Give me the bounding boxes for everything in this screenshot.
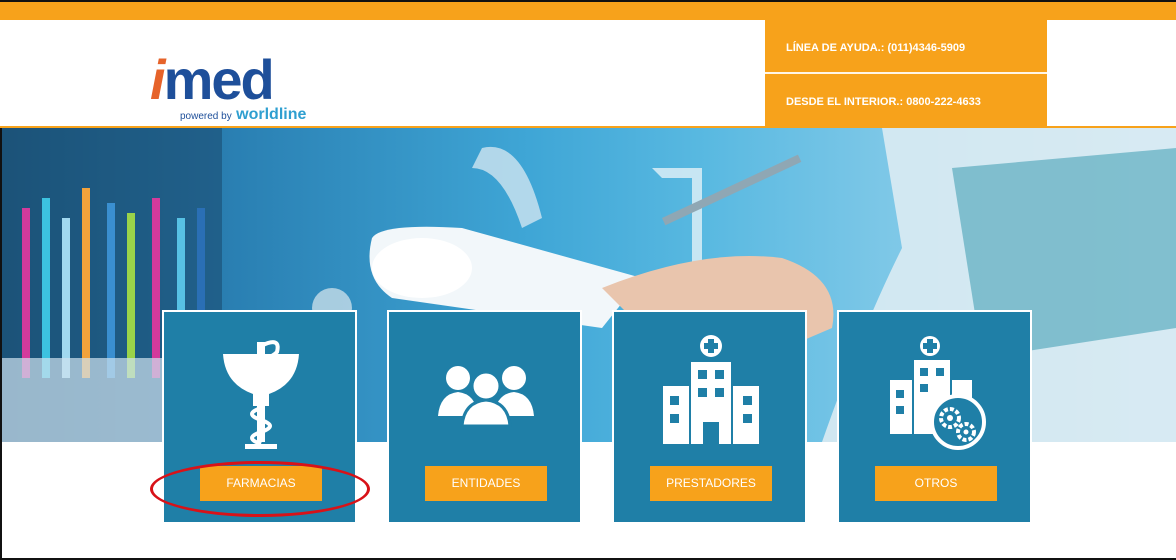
pharmacy-icon [223, 340, 299, 449]
card-entidades[interactable]: ENTIDADES [387, 310, 582, 524]
helpline-phone: LÍNEA DE AYUDA.: (011)4346-5909 [786, 42, 966, 54]
hospital-icon [663, 335, 759, 444]
card-farmacias[interactable]: FARMACIAS [162, 310, 357, 524]
logo-powered-by: powered by [180, 111, 232, 122]
header: imed powered by worldline LÍNEA DE AYUDA… [0, 20, 1176, 128]
logo-worldline: worldline [236, 106, 307, 123]
top-accent-bar [0, 0, 1176, 20]
logo-med: med [163, 48, 275, 111]
otros-button[interactable]: OTROS [875, 466, 997, 501]
helpline-box: LÍNEA DE AYUDA.: (011)4346-5909 DESDE EL… [765, 20, 1047, 128]
farmacias-button[interactable]: FARMACIAS [200, 466, 322, 501]
imed-logo[interactable]: imed powered by worldline [150, 50, 350, 140]
logo-subline: powered by worldline [180, 106, 306, 124]
interior-phone: DESDE EL INTERIOR.: 0800-222-4633 [786, 96, 981, 108]
people-icon [438, 366, 534, 428]
logo-i: i [150, 48, 166, 111]
logo-wordmark: imed [150, 48, 275, 111]
card-otros[interactable]: OTROS [837, 310, 1032, 524]
helpline-divider [765, 72, 1047, 74]
card-prestadores[interactable]: PRESTADORES [612, 310, 807, 524]
hospital-gears-icon [890, 336, 986, 450]
prestadores-button[interactable]: PRESTADORES [650, 466, 772, 501]
entidades-button[interactable]: ENTIDADES [425, 466, 547, 501]
